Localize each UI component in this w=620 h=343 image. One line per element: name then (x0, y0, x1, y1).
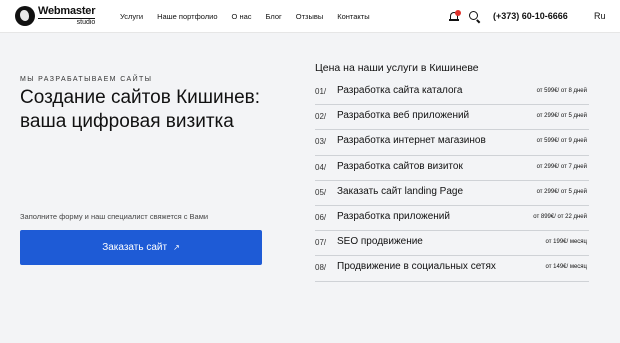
form-note: Заполните форму и наш специалист свяжетс… (20, 212, 209, 221)
phone-number[interactable]: (+373) 60-10-6666 (493, 11, 568, 21)
logo-title: Webmaster (38, 5, 96, 17)
price-number: 07/ (315, 238, 327, 248)
price-number: 06/ (315, 212, 327, 222)
page-title: Создание сайтов Кишинев: ваша цифровая в… (20, 87, 261, 132)
price-number: 02/ (315, 112, 327, 122)
price-number: 05/ (315, 187, 327, 197)
nav-item-about[interactable]: О нас (232, 12, 252, 21)
price-number: 04/ (315, 162, 327, 172)
price-row[interactable]: 07/ SEO продвижение от 199€/ месяц (315, 231, 589, 257)
nav-item-blog[interactable]: Блог (266, 12, 282, 21)
main-nav: Услуги Наше портфолио О нас Блог Отзывы … (120, 12, 384, 21)
price-row[interactable]: 03/ Разработка интернет магазинов от 599… (315, 130, 589, 156)
price-service-name: SEO продвижение (337, 236, 423, 248)
price-value: от 899€/ от 22 дней (533, 213, 587, 220)
price-service-name: Разработка сайтов визиток (337, 160, 463, 172)
order-site-button[interactable]: Заказать сайт ↗ (20, 230, 262, 265)
price-row[interactable]: 01/ Разработка сайта каталога от 599€/ о… (315, 80, 589, 106)
price-service-name: Продвижение в социальных сетях (337, 261, 496, 273)
price-value: от 599€/ от 8 дней (536, 88, 587, 94)
price-value: от 299€/ от 7 дней (536, 163, 587, 170)
nav-item-portfolio[interactable]: Наше портфолио (157, 12, 217, 21)
language-switcher[interactable]: Ru (594, 11, 606, 21)
price-number: 03/ (315, 137, 327, 147)
price-value: от 299€/ от 5 дней (536, 113, 587, 120)
logo-subtitle: studio (38, 18, 96, 26)
nav-item-reviews[interactable]: Отзывы (296, 12, 323, 21)
price-service-name: Заказать сайт landing Page (337, 185, 464, 197)
price-list: 01/ Разработка сайта каталога от 599€/ о… (315, 80, 589, 282)
price-service-name: Разработка приложений (337, 210, 450, 222)
prices-title: Цена на наши услуги в Кишиневе (315, 62, 479, 74)
price-service-name: Разработка веб приложений (337, 110, 470, 122)
nav-item-contacts[interactable]: Контакты (337, 12, 369, 21)
price-value: от 199€/ месяц (545, 239, 587, 246)
globe-logo-icon (15, 6, 35, 26)
price-service-name: Разработка интернет магазинов (337, 135, 486, 147)
price-number: 08/ (315, 263, 327, 273)
price-row[interactable]: 08/ Продвижение в социальных сетях от 14… (315, 256, 589, 282)
logo[interactable]: Webmaster studio (15, 5, 96, 26)
price-row[interactable]: 02/ Разработка веб приложений от 299€/ о… (315, 105, 589, 131)
arrow-up-right-icon: ↗ (173, 243, 180, 252)
notification-dot (455, 10, 461, 16)
price-value: от 149€/ месяц (545, 264, 587, 271)
price-value: от 299€/ от 5 дней (536, 188, 587, 195)
order-button-label: Заказать сайт (102, 242, 168, 253)
logo-text: Webmaster studio (38, 5, 96, 26)
price-row[interactable]: 04/ Разработка сайтов визиток от 299€/ о… (315, 156, 589, 181)
price-number: 01/ (315, 87, 327, 96)
site-header: Webmaster studio Услуги Наше портфолио О… (0, 0, 620, 33)
price-service-name: Разработка сайта каталога (337, 85, 463, 96)
price-value: от 599€/ от 9 дней (536, 138, 587, 145)
price-row[interactable]: 06/ Разработка приложений от 899€/ от 22… (315, 206, 589, 232)
search-icon[interactable] (469, 11, 478, 20)
nav-item-services[interactable]: Услуги (120, 12, 143, 21)
bell-icon[interactable] (448, 10, 461, 23)
hero-kicker: Мы разрабатываем сайты (20, 76, 153, 83)
price-row[interactable]: 05/ Заказать сайт landing Page от 299€/ … (315, 181, 589, 206)
